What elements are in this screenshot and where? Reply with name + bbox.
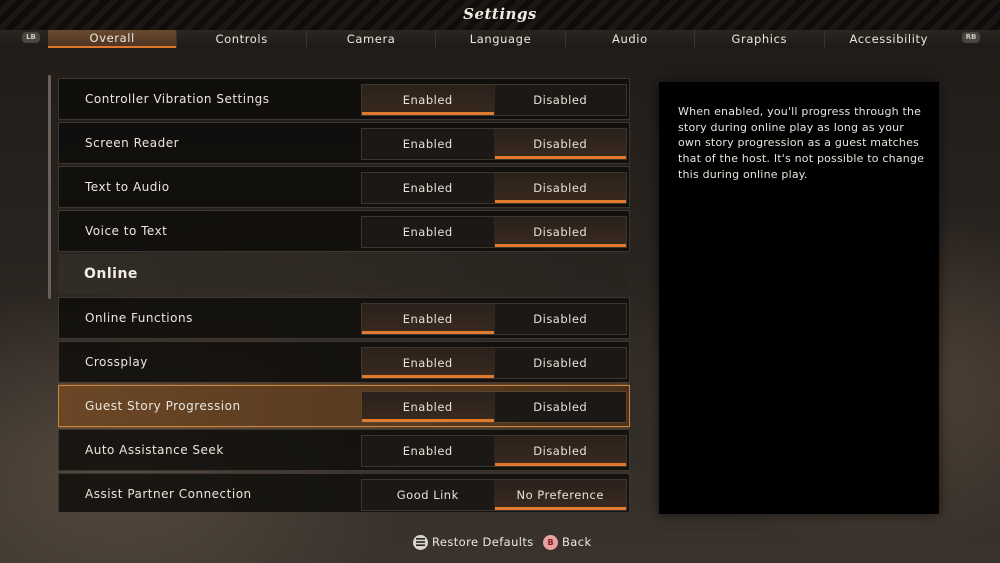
tab-overall[interactable]: Overall: [48, 30, 177, 48]
option-enabled[interactable]: Enabled: [362, 436, 494, 466]
option-enabled[interactable]: Enabled: [362, 85, 494, 115]
option-toggle: Enabled Disabled: [361, 172, 627, 204]
scrollbar[interactable]: [48, 75, 51, 299]
option-good-link[interactable]: Good Link: [362, 480, 494, 510]
section-header-online: Online: [58, 254, 628, 294]
tab-camera[interactable]: Camera: [305, 30, 435, 48]
row-screen-reader[interactable]: Screen Reader Enabled Disabled: [58, 122, 630, 164]
option-toggle: Enabled Disabled: [361, 128, 627, 160]
row-online-functions[interactable]: Online Functions Enabled Disabled: [58, 297, 630, 339]
row-label: Text to Audio: [85, 180, 170, 194]
row-text-to-audio[interactable]: Text to Audio Enabled Disabled: [58, 166, 630, 208]
row-label: Voice to Text: [85, 224, 168, 238]
b-button-icon: B: [543, 534, 558, 550]
option-disabled[interactable]: Disabled: [493, 304, 627, 334]
option-enabled[interactable]: Enabled: [362, 304, 494, 334]
option-toggle: Enabled Disabled: [361, 435, 627, 467]
restore-defaults-label: Restore Defaults: [432, 535, 534, 549]
option-toggle: Enabled Disabled: [361, 216, 627, 248]
option-toggle: Enabled Disabled: [361, 347, 627, 379]
row-assist-partner-connection[interactable]: Assist Partner Connection Good Link No P…: [58, 473, 630, 512]
option-enabled[interactable]: Enabled: [362, 129, 494, 159]
row-controller-vibration[interactable]: Controller Vibration Settings Enabled Di…: [58, 78, 630, 120]
row-label: Screen Reader: [85, 136, 180, 150]
restore-defaults-button[interactable]: Restore Defaults: [413, 533, 534, 551]
tab-controls[interactable]: Controls: [176, 30, 305, 48]
option-enabled[interactable]: Enabled: [362, 348, 494, 378]
menu-button-icon: [413, 534, 428, 550]
page-title: Settings: [463, 5, 537, 23]
option-disabled[interactable]: Disabled: [493, 217, 626, 247]
option-enabled[interactable]: Enabled: [362, 217, 494, 247]
row-label: Online Functions: [85, 311, 193, 325]
option-disabled[interactable]: Disabled: [493, 173, 626, 203]
settings-list: Controller Vibration Settings Enabled Di…: [58, 76, 630, 512]
lb-bumper-icon[interactable]: LB: [22, 32, 40, 43]
option-enabled[interactable]: Enabled: [362, 392, 494, 422]
tab-graphics[interactable]: Graphics: [694, 30, 823, 48]
row-crossplay[interactable]: Crossplay Enabled Disabled: [58, 341, 630, 383]
row-label: Guest Story Progression: [85, 399, 241, 413]
section-title: Online: [84, 266, 138, 282]
back-button[interactable]: B Back: [543, 533, 592, 551]
option-disabled[interactable]: Disabled: [493, 392, 627, 422]
option-toggle: Good Link No Preference: [361, 479, 627, 511]
description-text: When enabled, you'll progress through th…: [678, 105, 925, 181]
back-label: Back: [562, 535, 592, 549]
row-voice-to-text[interactable]: Voice to Text Enabled Disabled: [58, 210, 630, 252]
row-auto-assistance-seek[interactable]: Auto Assistance Seek Enabled Disabled: [58, 429, 630, 471]
row-label: Assist Partner Connection: [85, 487, 252, 501]
rb-bumper-icon[interactable]: RB: [962, 32, 980, 43]
tab-accessibility[interactable]: Accessibility: [823, 30, 953, 48]
option-disabled[interactable]: Disabled: [493, 436, 626, 466]
option-toggle: Enabled Disabled: [361, 391, 627, 423]
tab-audio[interactable]: Audio: [564, 30, 694, 48]
option-toggle: Enabled Disabled: [361, 303, 627, 335]
row-guest-story-progression[interactable]: Guest Story Progression Enabled Disabled: [58, 385, 630, 427]
row-label: Controller Vibration Settings: [85, 92, 270, 106]
option-disabled[interactable]: Disabled: [493, 348, 627, 378]
row-label: Crossplay: [85, 355, 148, 369]
option-disabled[interactable]: Disabled: [493, 85, 627, 115]
option-toggle: Enabled Disabled: [361, 84, 627, 116]
row-label: Auto Assistance Seek: [85, 443, 224, 457]
option-enabled[interactable]: Enabled: [362, 173, 494, 203]
description-panel: When enabled, you'll progress through th…: [659, 82, 939, 514]
tabs: Overall Controls Camera Language Audio G…: [48, 30, 953, 48]
tab-language[interactable]: Language: [435, 30, 564, 48]
option-no-preference[interactable]: No Preference: [493, 480, 626, 510]
option-disabled[interactable]: Disabled: [493, 129, 626, 159]
